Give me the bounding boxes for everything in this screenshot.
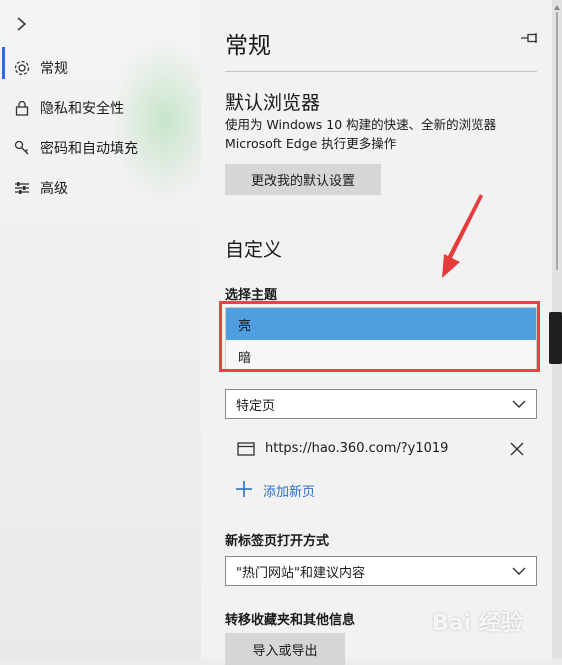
change-default-button[interactable]: 更改我的默认设置 <box>225 164 381 195</box>
open-with-select[interactable]: 特定页 <box>225 389 537 419</box>
transfer-label: 转移收藏夹和其他信息 <box>225 613 356 628</box>
watermark: Bai 经验 <box>432 611 523 636</box>
page-icon <box>237 441 255 456</box>
chevron-down-icon <box>512 398 526 414</box>
key-icon <box>12 138 32 158</box>
active-indicator <box>2 47 5 79</box>
highlight-box <box>219 301 540 372</box>
sidebar-item-label: 高级 <box>40 181 68 197</box>
newtab-value: "热门网站"和建议内容 <box>236 565 365 581</box>
scroll-overlay-handle[interactable] <box>549 312 562 364</box>
scroll-up-icon[interactable] <box>554 5 560 10</box>
sidebar-item-label: 常规 <box>40 61 68 77</box>
expand-chevron-icon[interactable] <box>14 14 30 34</box>
lock-icon <box>12 98 32 118</box>
newtab-select[interactable]: "热门网站"和建议内容 <box>225 556 537 586</box>
newtab-label: 新标签页打开方式 <box>225 534 330 549</box>
page-title: 常规 <box>225 33 271 59</box>
title-divider <box>225 71 537 72</box>
add-page-link[interactable]: 添加新页 <box>263 481 315 500</box>
open-with-value: 特定页 <box>236 398 276 414</box>
page-url: https://hao.360.com/?y1019 <box>265 441 449 456</box>
sidebar-item-advanced[interactable]: 高级 <box>12 175 68 201</box>
remove-page-icon[interactable] <box>510 441 524 456</box>
section-heading-default-browser: 默认浏览器 <box>225 92 321 114</box>
sidebar-item-privacy[interactable]: 隐私和安全性 <box>12 95 124 121</box>
sidebar-item-passwords[interactable]: 密码和自动填充 <box>12 135 138 161</box>
sidebar-item-label: 隐私和安全性 <box>40 101 124 117</box>
sidebar-item-label: 密码和自动填充 <box>40 141 138 157</box>
annotation-arrow <box>442 194 483 278</box>
settings-sidebar: 常规 隐私和安全性 密码和自动填充 高级 <box>0 0 220 659</box>
section-heading-customize: 自定义 <box>225 239 283 261</box>
pin-icon[interactable] <box>519 30 541 46</box>
sidebar-item-general[interactable]: 常规 <box>12 55 68 81</box>
import-export-button[interactable]: 导入或导出 <box>225 633 345 665</box>
scrollbar-thumb[interactable] <box>556 12 558 270</box>
sliders-icon <box>12 178 32 198</box>
chevron-down-icon <box>512 565 526 581</box>
default-browser-desc-line2: Microsoft Edge 执行更多操作 <box>225 136 397 151</box>
gear-icon <box>12 58 32 78</box>
default-browser-desc-line1: 使用为 Windows 10 构建的快速、全新的浏览器 <box>225 117 497 132</box>
plus-icon[interactable] <box>235 480 253 498</box>
